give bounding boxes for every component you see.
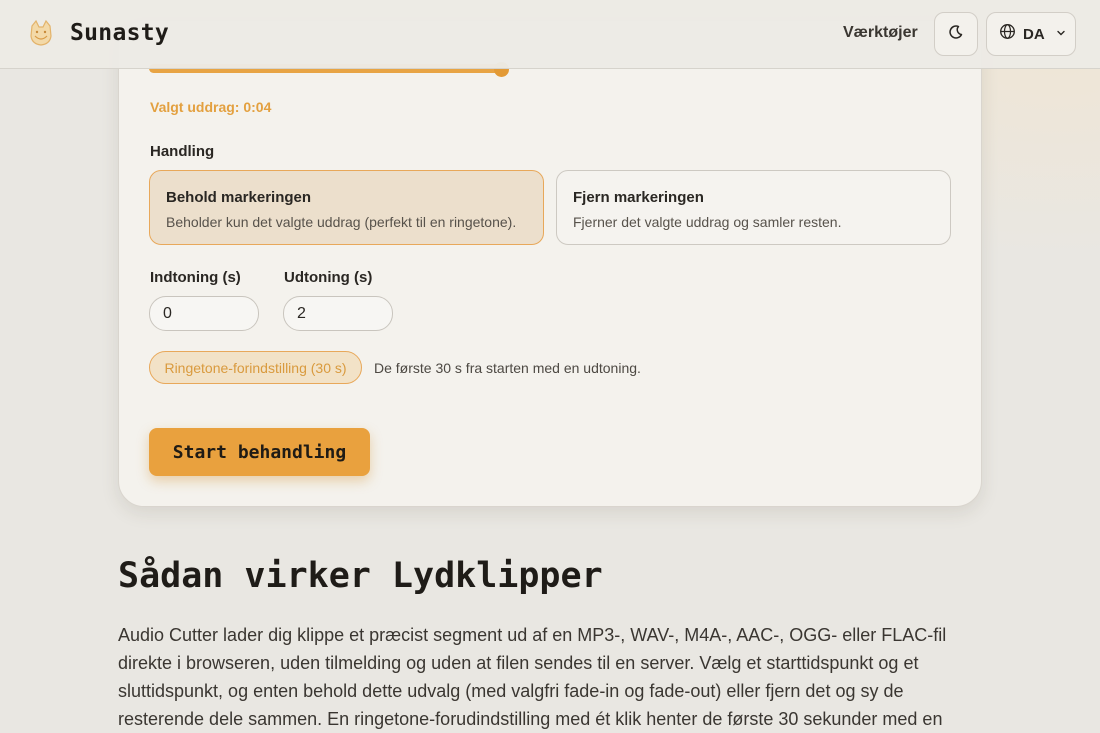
moon-icon	[948, 24, 964, 45]
fox-logo-icon[interactable]	[26, 18, 56, 48]
brand-name[interactable]: Sunasty	[70, 20, 169, 46]
chevron-down-icon	[1056, 25, 1066, 43]
theme-toggle-button[interactable]	[934, 12, 978, 56]
selected-excerpt-label: Valgt uddrag: 0:04	[150, 99, 272, 115]
option-remove-description: Fjerner det valgte uddrag og samler rest…	[573, 214, 842, 230]
option-remove-selection[interactable]: Fjern markeringen Fjerner det valgte udd…	[556, 170, 951, 245]
ringtone-preset-button[interactable]: Ringetone-forindstilling (30 s)	[149, 351, 362, 384]
fade-in-input[interactable]	[149, 296, 259, 331]
option-keep-selection[interactable]: Behold markeringen Beholder kun det valg…	[149, 170, 544, 245]
section-title: Sådan virker Lydklipper	[118, 556, 603, 596]
fade-out-input[interactable]	[283, 296, 393, 331]
start-processing-button[interactable]: Start behandling	[149, 428, 370, 476]
top-header: Sunasty Værktøjer DA	[0, 0, 1100, 69]
fade-out-label: Udtoning (s)	[284, 269, 373, 286]
globe-icon	[999, 23, 1016, 45]
option-remove-title: Fjern markeringen	[573, 189, 704, 206]
nav-tools-link[interactable]: Værktøjer	[843, 24, 918, 42]
fade-in-label: Indtoning (s)	[150, 269, 241, 286]
section-body: Audio Cutter lader dig klippe et præcist…	[118, 625, 947, 729]
option-keep-title: Behold markeringen	[166, 189, 312, 206]
action-label: Handling	[150, 143, 215, 160]
language-code: DA	[1023, 25, 1045, 43]
ringtone-preset-hint: De første 30 s fra starten med en udtoni…	[374, 360, 641, 376]
option-keep-description: Beholder kun det valgte uddrag (perfekt …	[166, 214, 517, 230]
language-selector[interactable]: DA	[986, 12, 1076, 56]
